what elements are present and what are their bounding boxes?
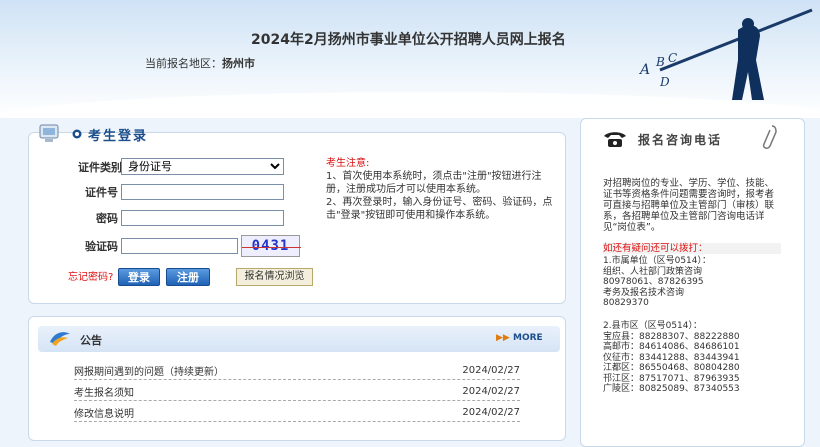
- login-button[interactable]: 登录: [118, 268, 160, 286]
- contact-line: 高邮市：84614086、84686101: [603, 342, 740, 352]
- region-indicator: 当前报名地区：扬州市: [145, 55, 255, 71]
- svg-text:A: A: [638, 62, 650, 78]
- region-label: 当前报名地区：: [145, 57, 222, 70]
- login-title: 考生登录: [88, 128, 149, 144]
- notes-item-1: 1、首次使用本系统时，须点击"注册"按钮进行注册，注册成功后才可以使用本系统。: [326, 171, 542, 195]
- password-label: 密码: [96, 212, 118, 225]
- contact-title: 报名咨询电话: [638, 133, 723, 147]
- id-type-row: 证件类别 身份证号: [78, 158, 284, 175]
- notice-row-date: 2024/02/27: [462, 365, 520, 376]
- site-title: 2024年2月扬州市事业单位公开招聘人员网上报名: [251, 32, 566, 48]
- register-button[interactable]: 注册: [166, 268, 210, 286]
- page-header: 2024年2月扬州市事业单位公开招聘人员网上报名 当前报名地区：扬州市 A B …: [0, 0, 820, 118]
- notice-row-date: 2024/02/27: [462, 386, 520, 397]
- browse-registration-button[interactable]: 报名情况浏览: [236, 268, 313, 286]
- id-type-label: 证件类别: [78, 160, 122, 174]
- id-number-row: 证件号: [78, 184, 284, 200]
- contact-line: 组织、人社部门政策咨询: [603, 266, 703, 277]
- contact-line: 江都区：86550468、80804280: [603, 363, 740, 373]
- county-contact-list: 2.县市区（区号0514）： 宝应县：88288307、88222880 高邮市…: [603, 321, 783, 395]
- notice-row-date: 2024/02/27: [462, 407, 520, 418]
- contact-line: 宝应县：88288307、88222880: [603, 331, 740, 342]
- bullet-icon: [72, 129, 82, 139]
- announcement-icon: [50, 332, 70, 346]
- login-header: 考生登录: [32, 123, 148, 145]
- id-number-label: 证件号: [85, 186, 118, 199]
- notice-row-title[interactable]: 网报期间遇到的问题（持续更新）: [74, 363, 224, 378]
- contact-line: 80978061、87826395: [603, 277, 704, 287]
- city-contact-list: 1.市属单位（区号0514）： 组织、人社部门政策咨询 80978061、878…: [603, 256, 783, 309]
- notes-title: 考生注意:: [326, 158, 370, 169]
- id-number-input[interactable]: [121, 184, 284, 200]
- id-type-select[interactable]: 身份证号: [121, 158, 284, 175]
- captcha-label: 验证码: [85, 240, 118, 253]
- captcha-input[interactable]: [121, 238, 238, 254]
- more-arrow-icon: ▶▶: [496, 333, 510, 343]
- more-label: MORE: [512, 333, 543, 343]
- contact-line: 2.县市区（区号0514）：: [603, 321, 702, 331]
- notice-row-title[interactable]: 修改信息说明: [74, 405, 134, 420]
- svg-text:D: D: [659, 75, 670, 89]
- svg-text:C: C: [668, 51, 677, 65]
- notes-item-2: 2、再次登录时，输入身份证号、密码、验证码，点击"登录"按钮即可使用和操作本系统…: [326, 197, 553, 221]
- contact-line: 仪征市：83441288、83443941: [603, 352, 740, 363]
- password-row: 密码: [78, 210, 284, 226]
- contact-line: 广陵区：80825089、87340553: [603, 384, 740, 394]
- notice-row-title[interactable]: 考生报名须知: [74, 384, 134, 399]
- computer-icon: [39, 124, 59, 142]
- notice-title: 公告: [80, 334, 102, 347]
- notice-row[interactable]: 考生报名须知 2024/02/27: [74, 383, 520, 401]
- paperclip-icon: [762, 125, 777, 149]
- notice-row[interactable]: 修改信息说明 2024/02/27: [74, 404, 520, 422]
- contact-intro: 对招聘岗位的专业、学历、学位、技能、证书等资格条件问题需要咨询时，报考者可直接与…: [603, 178, 775, 233]
- contact-line: 考务及报名技术咨询: [603, 287, 685, 298]
- region-value: 扬州市: [222, 57, 255, 70]
- password-input[interactable]: [121, 210, 284, 226]
- svg-text:B: B: [655, 55, 665, 69]
- login-notes: 考生注意: 1、首次使用本系统时，须点击"注册"按钮进行注册，注册成功后才可以使…: [326, 157, 554, 222]
- notice-row[interactable]: 网报期间遇到的问题（持续更新） 2024/02/27: [74, 362, 520, 380]
- notice-header: [38, 326, 560, 352]
- contact-line: 80829370: [603, 298, 649, 308]
- notice-more-link[interactable]: ▶▶ MORE: [496, 333, 543, 343]
- captcha-image[interactable]: 0431: [241, 235, 301, 257]
- contact-line: 1.市属单位（区号0514）：: [603, 256, 711, 266]
- captcha-row: 验证码 0431: [78, 235, 301, 257]
- teacher-blackboard-illustration: A B C D: [638, 8, 813, 101]
- contact-more-heading: 如还有疑问还可以拨打：: [603, 243, 781, 254]
- forgot-password-link[interactable]: 忘记密码?: [68, 268, 113, 283]
- telephone-icon: [604, 132, 626, 147]
- contact-line: 邗江区：87517071、87963935: [603, 373, 740, 384]
